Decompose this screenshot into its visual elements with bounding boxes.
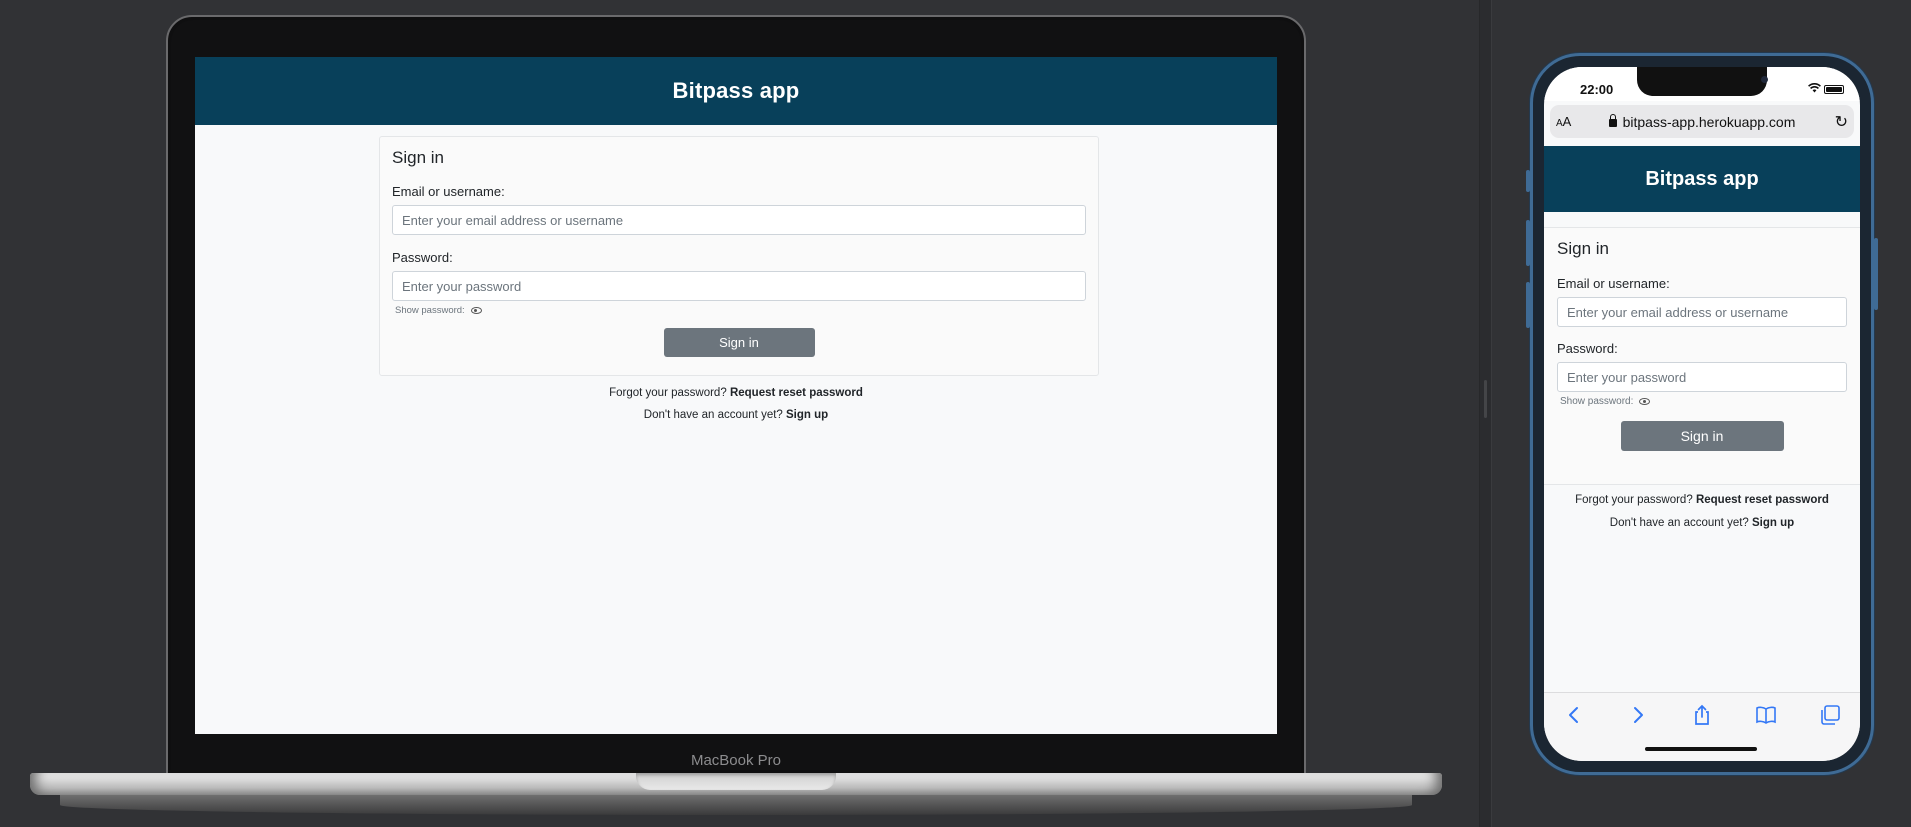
mobile-reset-password-link[interactable]: Request reset password (1696, 494, 1829, 506)
password-input[interactable]: Enter your password (392, 271, 1086, 301)
mobile-no-account-text: Don't have an account yet? (1609, 517, 1749, 529)
iphone-action-button (1526, 170, 1530, 192)
url-field[interactable]: bitpass-app.herokuapp.com (1550, 113, 1854, 130)
tabs-icon[interactable] (1818, 703, 1842, 727)
camera-icon (1761, 76, 1768, 83)
mobile-password-label: Password: (1557, 341, 1618, 356)
mobile-eye-icon[interactable] (1639, 398, 1651, 405)
home-indicator[interactable] (1645, 747, 1757, 751)
lock-icon (1608, 113, 1617, 127)
app-header: Bitpass app (195, 57, 1277, 125)
iphone-screen: 22:00 AA bitpass-app.herokuapp.com ↻ Bit… (1544, 67, 1860, 761)
email-label: Email or username: (392, 184, 505, 199)
signup-row: Don't have an account yet? Sign up (195, 404, 1277, 426)
iphone-volume-up-button (1526, 220, 1530, 266)
forward-icon[interactable] (1626, 703, 1650, 727)
app-title: Bitpass app (672, 78, 800, 103)
url-text: bitpass-app.herokuapp.com (1622, 113, 1796, 130)
password-placeholder: Enter your password (402, 278, 522, 294)
safari-address-bar[interactable]: AA bitpass-app.herokuapp.com ↻ (1550, 105, 1854, 138)
signin-heading: Sign in (392, 148, 444, 167)
signup-link[interactable]: Sign up (786, 409, 828, 421)
forgot-text: Forgot your password? (609, 387, 727, 399)
macbook-model-label: MacBook Pro (690, 752, 782, 769)
show-password-label: Show password: (395, 305, 465, 316)
mobile-forgot-password-row: Forgot your password? Request reset pass… (1544, 489, 1860, 512)
signin-button[interactable]: Sign in (663, 328, 815, 357)
eye-icon[interactable] (470, 307, 482, 314)
mobile-forgot-text: Forgot your password? (1575, 494, 1693, 506)
mobile-show-password-toggle[interactable]: Show password: (1557, 396, 1847, 407)
forgot-password-row: Forgot your password? Request reset pass… (195, 382, 1277, 404)
iphone-volume-down-button (1526, 282, 1530, 328)
mobile-show-password-label: Show password: (1560, 396, 1634, 407)
mobile-app-header: Bitpass app (1544, 146, 1860, 212)
divider-grip[interactable] (1484, 380, 1487, 418)
email-placeholder: Enter your email address or username (402, 212, 624, 228)
mobile-email-placeholder: Enter your email address or username (1567, 304, 1789, 320)
battery-icon (1824, 85, 1844, 94)
status-bar: 22:00 (1544, 67, 1860, 101)
mobile-password-placeholder: Enter your password (1567, 369, 1687, 385)
preview-divider[interactable] (1479, 0, 1492, 827)
mobile-signup-link[interactable]: Sign up (1752, 517, 1794, 529)
signin-card: Sign in Email or username: Enter your em… (379, 136, 1099, 376)
mobile-signin-card: Sign in Email or username: Enter your em… (1544, 227, 1860, 485)
show-password-toggle[interactable]: Show password: (392, 305, 1086, 316)
macbook-notch (636, 773, 836, 790)
email-input[interactable]: Enter your email address or username (392, 205, 1086, 235)
no-account-text: Don't have an account yet? (643, 409, 783, 421)
iphone-power-button (1874, 238, 1878, 310)
auth-links: Forgot your password? Request reset pass… (195, 382, 1277, 426)
macbook-screen: Bitpass app Sign in Email or username: E… (195, 57, 1277, 734)
dynamic-notch (1637, 67, 1768, 96)
mobile-auth-links: Forgot your password? Request reset pass… (1544, 489, 1860, 535)
password-label: Password: (392, 250, 453, 265)
mobile-email-label: Email or username: (1557, 276, 1670, 291)
status-time: 22:00 (1580, 82, 1614, 97)
mobile-password-input[interactable]: Enter your password (1557, 362, 1847, 392)
reload-icon[interactable]: ↻ (1835, 112, 1848, 132)
back-icon[interactable] (1562, 703, 1586, 727)
mobile-app-title: Bitpass app (1645, 167, 1759, 190)
mobile-email-input[interactable]: Enter your email address or username (1557, 297, 1847, 327)
mobile-signin-heading: Sign in (1557, 239, 1609, 258)
wifi-icon (1808, 83, 1821, 96)
mobile-signup-row: Don't have an account yet? Sign up (1544, 512, 1860, 535)
reset-password-link[interactable]: Request reset password (730, 387, 863, 399)
macbook-foot (60, 795, 1412, 815)
share-icon[interactable] (1690, 703, 1714, 727)
bookmarks-icon[interactable] (1754, 703, 1778, 727)
mobile-signin-button[interactable]: Sign in (1620, 421, 1784, 451)
